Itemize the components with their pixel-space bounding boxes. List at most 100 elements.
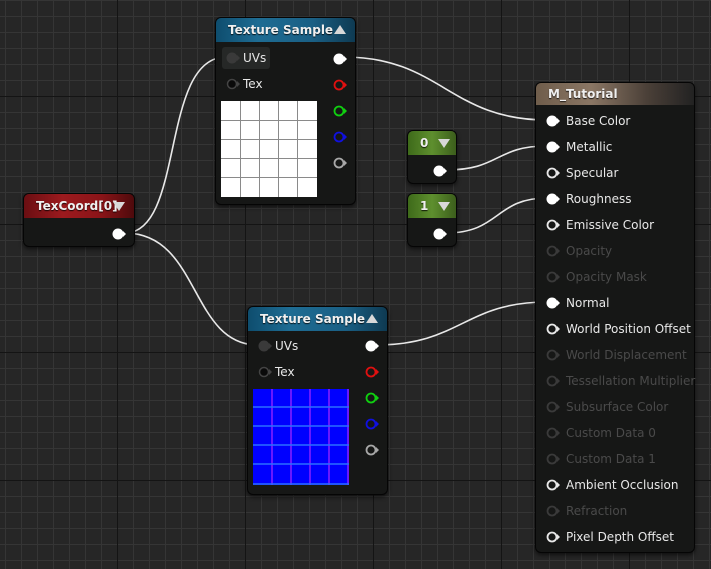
constant-node-1[interactable]: 1 <box>407 193 457 247</box>
pin-empty-icon <box>546 479 560 491</box>
node-header[interactable]: Texture Sample <box>248 307 387 331</box>
material-input-tessellation-multiplier[interactable]: Tessellation Multiplier <box>542 370 696 392</box>
texcoord-node[interactable]: TexCoord[0] <box>23 193 135 247</box>
pin-connected-icon <box>546 141 560 153</box>
pin-connected-icon <box>546 193 560 205</box>
material-input-opacity[interactable]: Opacity <box>542 240 692 262</box>
output-pin[interactable] <box>433 165 447 177</box>
material-input-ambient-occlusion[interactable]: Ambient Occlusion <box>542 474 692 496</box>
pin-connected-dim-icon <box>226 52 240 64</box>
pin-label: Metallic <box>566 140 613 154</box>
output-pin-b[interactable] <box>333 131 347 143</box>
material-input-refraction[interactable]: Refraction <box>542 500 692 522</box>
texture-sample-node-bottom[interactable]: Texture Sample UVs Tex <box>247 306 388 495</box>
pin-empty-icon <box>546 167 560 179</box>
node-header[interactable]: 1 <box>408 194 456 218</box>
node-title: TexCoord[0] <box>36 199 118 213</box>
pin-empty-icon <box>258 366 272 378</box>
constant-node-0[interactable]: 0 <box>407 130 457 184</box>
output-pin[interactable] <box>112 228 126 240</box>
material-input-custom-data-0[interactable]: Custom Data 0 <box>542 422 692 444</box>
pin-label: Subsurface Color <box>566 400 669 414</box>
pin-empty-icon <box>546 531 560 543</box>
node-header[interactable]: Texture Sample <box>216 18 355 42</box>
pin-label: Custom Data 1 <box>566 452 656 466</box>
expand-arrow-icon[interactable] <box>438 202 450 211</box>
node-header[interactable]: TexCoord[0] <box>24 194 134 218</box>
node-title: 0 <box>420 136 429 150</box>
pin-empty-icon <box>546 323 560 335</box>
pin-label: Emissive Color <box>566 218 655 232</box>
pin-disabled-icon <box>546 375 560 387</box>
output-pin-rgb[interactable] <box>365 340 379 352</box>
node-title: Texture Sample <box>260 312 366 326</box>
texture-sample-node-top[interactable]: Texture Sample UVs Tex <box>215 17 356 205</box>
material-input-normal[interactable]: Normal <box>542 292 692 314</box>
material-input-specular[interactable]: Specular <box>542 162 692 184</box>
pin-label: Ambient Occlusion <box>566 478 679 492</box>
texture-preview-white-grid <box>221 101 317 197</box>
material-result-node[interactable]: M_Tutorial Base Color Metallic Specular Rou… <box>535 82 695 553</box>
pin-disabled-icon <box>546 505 560 517</box>
output-pin-g[interactable] <box>333 105 347 117</box>
pin-label: Base Color <box>566 114 631 128</box>
pin-disabled-icon <box>546 453 560 465</box>
pin-label: Specular <box>566 166 619 180</box>
node-title: 1 <box>420 199 429 213</box>
pin-label: UVs <box>275 339 299 353</box>
pin-label: Custom Data 0 <box>566 426 656 440</box>
pin-empty-icon <box>546 219 560 231</box>
pin-label: Tex <box>243 77 263 91</box>
pin-disabled-icon <box>546 349 560 361</box>
pin-disabled-icon <box>546 427 560 439</box>
material-input-pixel-depth-offset[interactable]: Pixel Depth Offset <box>542 526 692 548</box>
pin-connected-icon <box>546 297 560 309</box>
node-header[interactable]: M_Tutorial <box>536 83 694 105</box>
pin-label: World Displacement <box>566 348 687 362</box>
material-input-metallic[interactable]: Metallic <box>542 136 692 158</box>
pin-connected-icon <box>546 115 560 127</box>
pin-label: Normal <box>566 296 610 310</box>
material-input-world-position-offset[interactable]: World Position Offset <box>542 318 692 340</box>
collapse-arrow-icon[interactable] <box>366 314 378 323</box>
material-input-custom-data-1[interactable]: Custom Data 1 <box>542 448 692 470</box>
pin-connected-dim-icon <box>258 340 272 352</box>
pin-disabled-icon <box>546 271 560 283</box>
node-header[interactable]: 0 <box>408 131 456 155</box>
pin-label: Tex <box>275 365 295 379</box>
pin-label: Pixel Depth Offset <box>566 530 674 544</box>
material-input-opacity-mask[interactable]: Opacity Mask <box>542 266 692 288</box>
input-pin-uvs[interactable]: UVs <box>222 47 282 69</box>
pin-label: Opacity Mask <box>566 270 647 284</box>
material-input-emissive-color[interactable]: Emissive Color <box>542 214 692 236</box>
output-pin[interactable] <box>433 228 447 240</box>
expand-arrow-icon[interactable] <box>113 202 125 211</box>
material-input-roughness[interactable]: Roughness <box>542 188 692 210</box>
pin-label: UVs <box>243 51 267 65</box>
pin-disabled-icon <box>546 245 560 257</box>
output-pin-r[interactable] <box>365 366 379 378</box>
material-input-subsurface-color[interactable]: Subsurface Color <box>542 396 692 418</box>
output-pin-a[interactable] <box>365 444 379 456</box>
input-pin-tex[interactable]: Tex <box>254 361 314 383</box>
output-pin-rgb[interactable] <box>333 53 347 65</box>
pin-label: Tessellation Multiplier <box>566 374 696 388</box>
node-title: M_Tutorial <box>548 87 618 101</box>
pin-label: Roughness <box>566 192 632 206</box>
input-pin-tex[interactable]: Tex <box>222 73 282 95</box>
input-pin-uvs[interactable]: UVs <box>254 335 314 357</box>
output-pin-g[interactable] <box>365 392 379 404</box>
expand-arrow-icon[interactable] <box>438 139 450 148</box>
pin-label: World Position Offset <box>566 322 691 336</box>
collapse-arrow-icon[interactable] <box>334 25 346 34</box>
output-pin-r[interactable] <box>333 79 347 91</box>
material-input-base-color[interactable]: Base Color <box>542 110 692 132</box>
material-input-world-displacement[interactable]: World Displacement <box>542 344 692 366</box>
node-title: Texture Sample <box>228 23 334 37</box>
pin-empty-icon <box>226 78 240 90</box>
pin-label: Refraction <box>566 504 628 518</box>
pin-disabled-icon <box>546 401 560 413</box>
texture-preview-normal-map <box>253 389 349 485</box>
output-pin-b[interactable] <box>365 418 379 430</box>
output-pin-a[interactable] <box>333 157 347 169</box>
